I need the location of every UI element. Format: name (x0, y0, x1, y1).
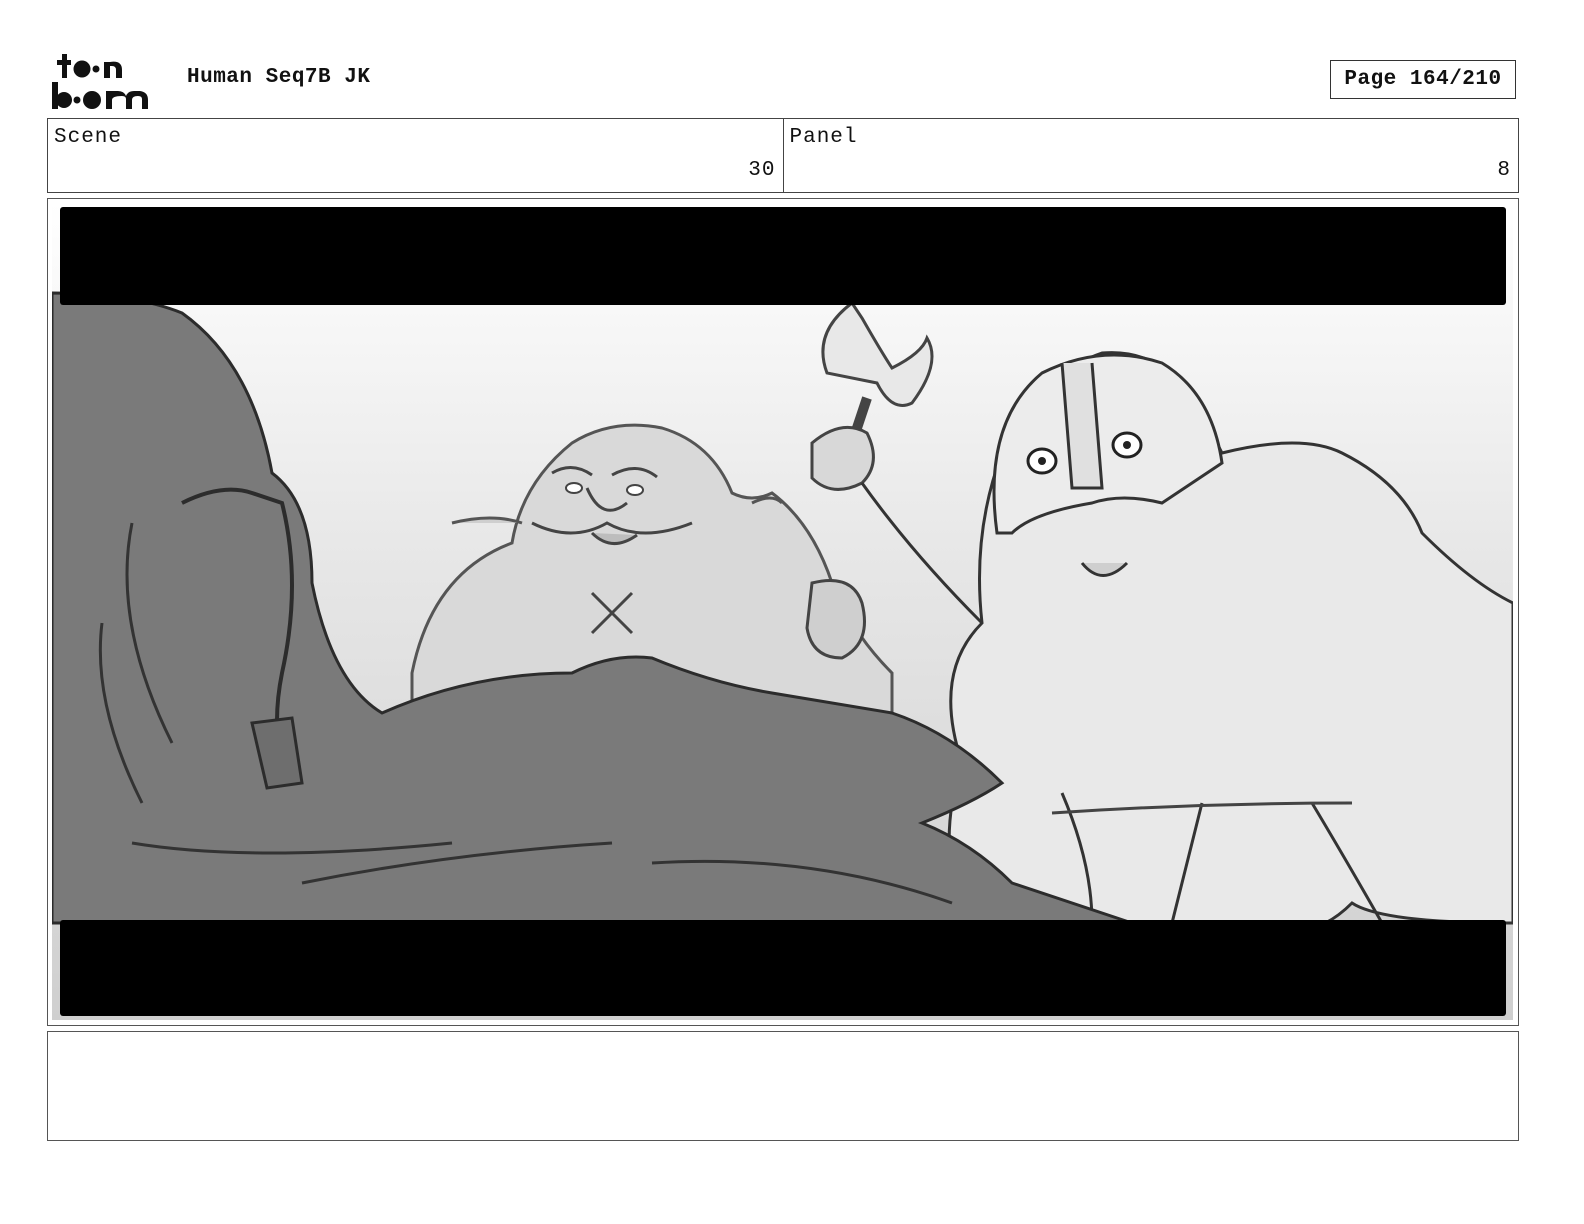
page-indicator: Page 164/210 (1330, 60, 1516, 99)
document-title: Human Seq7B JK (187, 66, 371, 89)
scene-cell: Scene 30 (48, 119, 783, 192)
caption-box (47, 1031, 1519, 1141)
scene-number: 30 (748, 159, 776, 182)
scene-panel-row: Scene 30 Panel 8 (47, 118, 1519, 193)
panel-number: 8 (1497, 159, 1511, 182)
storyboard-sketch-image (52, 203, 1513, 1020)
scene-label: Scene (54, 126, 123, 149)
panel-label: Panel (789, 126, 858, 149)
storyboard-panel-frame (47, 198, 1519, 1026)
panel-cell: Panel 8 (782, 119, 1519, 192)
letterbox-bottom (60, 920, 1506, 1016)
toon-boom-logo (52, 54, 148, 109)
letterbox-top (60, 207, 1506, 305)
